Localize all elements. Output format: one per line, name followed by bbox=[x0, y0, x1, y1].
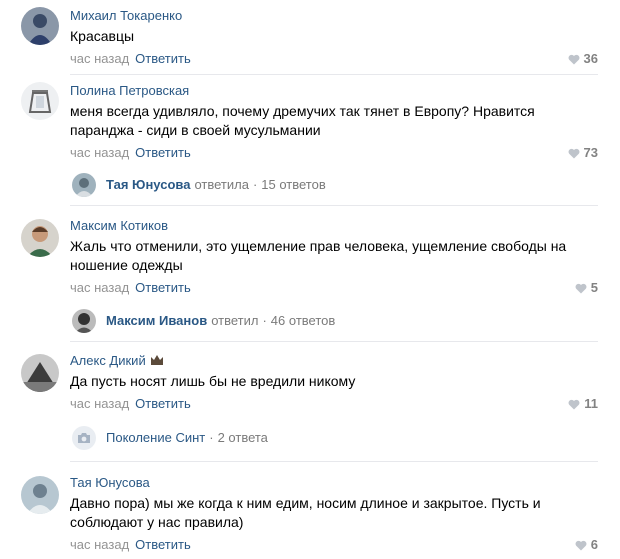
thread-separator: · bbox=[252, 177, 258, 192]
avatar-image bbox=[21, 7, 59, 45]
avatar-image bbox=[72, 173, 96, 197]
comment-meta: час назад Ответить 36 bbox=[70, 51, 598, 67]
avatar-image bbox=[21, 354, 59, 392]
reply-button[interactable]: Ответить bbox=[135, 396, 191, 411]
comment-author[interactable]: Михаил Токаренко bbox=[70, 8, 598, 24]
thread-author[interactable]: Поколение Синт bbox=[106, 429, 205, 447]
crown-icon bbox=[150, 355, 163, 365]
comment-time[interactable]: час назад bbox=[70, 51, 129, 66]
replies-thread[interactable]: Максим Иванов ответил · 46 ответов bbox=[72, 309, 335, 333]
avatar-image bbox=[21, 476, 59, 514]
thread-author[interactable]: Максим Иванов bbox=[106, 312, 207, 330]
divider bbox=[70, 461, 598, 462]
comment-text: Давно пора) мы же когда к ним едим, носи… bbox=[70, 495, 541, 530]
like-count: 5 bbox=[590, 280, 598, 295]
replies-thread[interactable]: Тая Юнусова ответила · 15 ответов bbox=[72, 173, 326, 197]
camera-icon bbox=[78, 433, 90, 443]
thread-separator: · bbox=[262, 313, 267, 328]
comment-time[interactable]: час назад bbox=[70, 280, 129, 295]
comment-meta: час назад Ответить 6 bbox=[70, 537, 598, 553]
comment-time[interactable]: час назад bbox=[70, 396, 129, 411]
comment-text: Жаль что отменили, это ущемление прав че… bbox=[70, 238, 567, 273]
like-count: 73 bbox=[583, 145, 598, 160]
like-count: 6 bbox=[590, 537, 598, 552]
thread-count[interactable]: 15 ответов bbox=[261, 176, 325, 194]
like-button[interactable]: 5 bbox=[575, 280, 598, 296]
avatar-image bbox=[21, 82, 59, 120]
like-button[interactable]: 36 bbox=[568, 51, 598, 67]
comment-author: Алекс Дикий bbox=[70, 353, 598, 369]
avatar[interactable] bbox=[21, 219, 59, 257]
thread-verb: ответил bbox=[211, 313, 259, 328]
comments-feed: Михаил Токаренко Красавцы час назад Ответ… bbox=[0, 0, 620, 559]
divider bbox=[70, 74, 598, 75]
comment-time[interactable]: час назад bbox=[70, 537, 129, 552]
reply-button[interactable]: Ответить bbox=[135, 145, 191, 160]
avatar bbox=[72, 309, 96, 333]
comment-author[interactable]: Максим Котиков bbox=[70, 218, 598, 234]
avatar-image bbox=[72, 309, 96, 333]
comment-meta: час назад Ответить 11 bbox=[70, 396, 598, 412]
thread-author[interactable]: Тая Юнусова bbox=[106, 176, 190, 194]
avatar bbox=[72, 173, 96, 197]
comment-text: Красавцы bbox=[70, 28, 135, 44]
avatar[interactable] bbox=[21, 82, 59, 120]
avatar[interactable] bbox=[21, 476, 59, 514]
heart-icon bbox=[568, 399, 580, 409]
heart-icon bbox=[568, 148, 579, 158]
comment-author[interactable]: Полина Петровская bbox=[70, 83, 598, 99]
avatar[interactable] bbox=[21, 7, 59, 45]
heart-icon bbox=[575, 283, 587, 293]
like-button[interactable]: 73 bbox=[568, 145, 598, 161]
comment-time[interactable]: час назад bbox=[70, 145, 129, 160]
thread-count[interactable]: 2 ответа bbox=[218, 429, 268, 447]
thread-count[interactable]: 46 ответов bbox=[271, 312, 335, 330]
thread-separator: · bbox=[209, 430, 214, 445]
avatar bbox=[72, 426, 96, 450]
reply-button[interactable]: Ответить bbox=[135, 280, 191, 295]
comment-meta: час назад Ответить 5 bbox=[70, 280, 598, 296]
heart-icon bbox=[575, 540, 587, 550]
divider bbox=[70, 341, 598, 342]
author-link[interactable]: Алекс Дикий bbox=[70, 353, 146, 368]
comment-text: меня всегда удивляло, почему дремучих та… bbox=[70, 103, 535, 138]
reply-button[interactable]: Ответить bbox=[135, 537, 191, 552]
heart-icon bbox=[568, 54, 579, 64]
replies-thread[interactable]: Поколение Синт · 2 ответа bbox=[72, 426, 268, 450]
like-count: 11 bbox=[584, 396, 598, 411]
like-button[interactable]: 6 bbox=[575, 537, 598, 553]
comment-meta: час назад Ответить 73 bbox=[70, 145, 598, 161]
comment-author[interactable]: Тая Юнусова bbox=[70, 475, 598, 491]
divider bbox=[70, 205, 598, 206]
thread-verb: ответила bbox=[194, 177, 249, 192]
like-count: 36 bbox=[583, 51, 598, 66]
avatar[interactable] bbox=[21, 354, 59, 392]
avatar-image bbox=[21, 219, 59, 257]
reply-button[interactable]: Ответить bbox=[135, 51, 191, 66]
like-button[interactable]: 11 bbox=[568, 396, 598, 412]
comment-text: Да пусть носят лишь бы не вредили никому bbox=[70, 373, 356, 389]
